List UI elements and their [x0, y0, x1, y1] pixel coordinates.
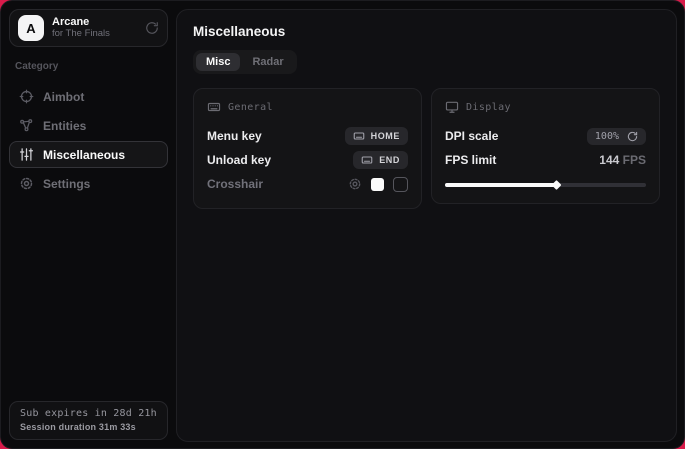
dpi-scale-label: DPI scale — [445, 129, 498, 143]
crosshair-color-swatch[interactable] — [371, 178, 384, 191]
app-logo: A — [18, 15, 44, 41]
sidebar-item-label: Settings — [43, 177, 90, 191]
menu-key-button[interactable]: HOME — [345, 127, 408, 145]
dpi-scale-value: 100% — [595, 131, 619, 142]
fps-limit-row: FPS limit 144 FPS — [445, 149, 646, 171]
sync-icon[interactable] — [145, 21, 159, 35]
gear-icon[interactable] — [348, 177, 362, 191]
cards-row: General Menu key HOME Unload key — [193, 88, 660, 209]
page-title: Miscellaneous — [193, 24, 660, 39]
fps-number: 144 — [599, 153, 619, 167]
sidebar-nav: Aimbot Entities — [9, 83, 168, 197]
app-window: A Arcane for The Finals Category — [0, 0, 685, 449]
brand-title: Arcane — [52, 16, 137, 29]
sidebar-item-miscellaneous[interactable]: Miscellaneous — [9, 141, 168, 168]
unload-key-button[interactable]: END — [353, 151, 408, 169]
slider-thumb[interactable] — [551, 180, 561, 190]
tab-misc[interactable]: Misc — [196, 53, 240, 71]
brand-text: Arcane for The Finals — [52, 16, 137, 40]
general-card: General Menu key HOME Unload key — [193, 88, 422, 209]
menu-key-label: Menu key — [207, 129, 262, 143]
keyboard-icon — [361, 154, 373, 166]
monitor-icon — [445, 100, 459, 114]
fps-unit: FPS — [623, 153, 646, 167]
display-card: Display DPI scale 100% — [431, 88, 660, 204]
slider-track[interactable] — [445, 183, 646, 187]
general-card-header: General — [207, 100, 408, 114]
brand-subtitle: for The Finals — [52, 29, 137, 40]
menu-key-value: HOME — [371, 131, 400, 141]
slider-fill — [445, 183, 556, 187]
cycle-icon — [627, 131, 638, 142]
sidebar-item-aimbot[interactable]: Aimbot — [9, 83, 168, 110]
sliders-icon — [19, 147, 34, 162]
brand-card: A Arcane for The Finals — [9, 9, 168, 47]
crosshair-checkbox[interactable] — [393, 177, 408, 192]
sidebar-item-entities[interactable]: Entities — [9, 112, 168, 139]
keyboard-icon — [207, 100, 221, 114]
tab-radar[interactable]: Radar — [242, 53, 293, 71]
sub-expiry-text: Sub expires in 28d 21h — [20, 408, 157, 419]
keyboard-icon — [353, 130, 365, 142]
gear-icon — [19, 176, 34, 191]
crosshair-label: Crosshair — [207, 177, 263, 191]
fps-limit-slider[interactable] — [445, 180, 646, 190]
crosshair-icon — [19, 89, 34, 104]
display-card-header: Display — [445, 100, 646, 114]
sidebar-spacer — [9, 197, 168, 401]
main-panel: Miscellaneous Misc Radar General — [176, 9, 677, 442]
unload-key-label: Unload key — [207, 153, 271, 167]
session-duration-text: Session duration 31m 33s — [20, 422, 157, 432]
menu-key-row: Menu key HOME — [207, 125, 408, 147]
sidebar: A Arcane for The Finals Category — [1, 1, 176, 448]
display-card-title: Display — [466, 102, 511, 113]
dpi-scale-button[interactable]: 100% — [587, 128, 646, 145]
fps-limit-value: 144 FPS — [599, 153, 646, 167]
crosshair-row: Crosshair — [207, 173, 408, 195]
fps-limit-label: FPS limit — [445, 153, 496, 167]
sidebar-item-label: Entities — [43, 119, 86, 133]
category-label: Category — [15, 61, 162, 72]
sidebar-item-label: Aimbot — [43, 90, 84, 104]
unload-key-value: END — [379, 155, 400, 165]
entities-icon — [19, 118, 34, 133]
subscription-status-card: Sub expires in 28d 21h Session duration … — [9, 401, 168, 440]
dpi-scale-row: DPI scale 100% — [445, 125, 646, 147]
general-card-title: General — [228, 102, 273, 113]
sidebar-item-label: Miscellaneous — [43, 148, 125, 162]
sidebar-item-settings[interactable]: Settings — [9, 170, 168, 197]
crosshair-controls — [348, 177, 408, 192]
tab-bar: Misc Radar — [193, 50, 297, 74]
unload-key-row: Unload key END — [207, 149, 408, 171]
